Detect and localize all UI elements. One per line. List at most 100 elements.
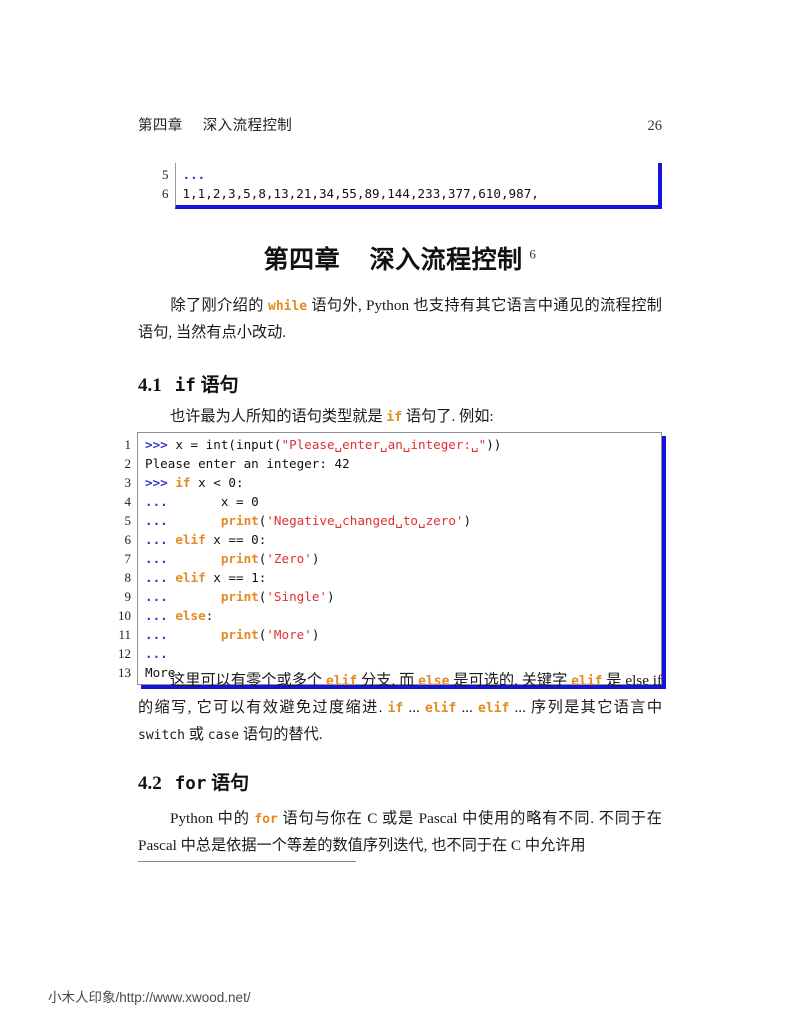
inline-keyword-elif-1: elif xyxy=(325,674,358,689)
code-line: 1,1,2,3,5,8,13,21,34,55,89,144,233,377,6… xyxy=(183,184,659,203)
code-line: Please enter an integer: 42 xyxy=(145,454,661,473)
code-frame-top: ... 1,1,2,3,5,8,13,21,34,55,89,144,233,37… xyxy=(174,163,662,209)
code-frame-main: >>> x = int(input("Please␣enter␣an␣integ… xyxy=(137,432,662,685)
code-line-number: 11 xyxy=(118,627,131,642)
code-token-plain: 1,1,2,3,5,8,13,21,34,55,89,144,233,377,6… xyxy=(182,186,539,201)
for-text-1: Python 中的 xyxy=(170,810,255,827)
code-token-dots: ... xyxy=(145,589,168,604)
code-line: ... print('Single') xyxy=(145,587,661,606)
code-token-prompt: >>> xyxy=(145,475,168,490)
code-token-str: "Please␣enter␣an␣integer:␣" xyxy=(281,437,487,452)
code-line-number: 5 xyxy=(162,167,169,182)
elif-text-6: ... xyxy=(456,699,478,716)
code-line-number: 5 xyxy=(124,513,132,528)
inline-keyword-for: for xyxy=(254,812,278,827)
code-line-number: 6 xyxy=(162,186,169,201)
paragraph-intro: 除了刚介绍的 while 语句外, Python 也支持有其它语言中通见的流程控… xyxy=(138,293,662,346)
code-token-str: 'Negative␣changed␣to␣zero' xyxy=(266,513,464,528)
code-token-fn: print xyxy=(220,513,259,528)
code-token-dots: ... xyxy=(182,167,206,182)
chapter-title-name: 深入流程控制 xyxy=(369,247,523,274)
code-token-dots: ... xyxy=(145,608,168,623)
if-intro-text-2: 语句了. 例如: xyxy=(402,408,494,425)
code-line-number: 4 xyxy=(124,494,132,509)
section-suffix-4-1: 语句 xyxy=(200,375,239,396)
code-token-kw: else xyxy=(175,608,206,623)
code-token-fn: print xyxy=(220,627,259,642)
page-number: 26 xyxy=(647,118,663,134)
code-token-dots: ... xyxy=(145,494,168,509)
code-line: ... x = 0 xyxy=(145,492,661,511)
section-heading-4-1: 4.1 if 语句 xyxy=(138,370,662,397)
inline-keyword-else: else xyxy=(418,674,450,689)
section-suffix-4-2: 语句 xyxy=(211,773,250,794)
code-line-number: 12 xyxy=(118,646,131,661)
code-line: ... print('More') xyxy=(145,625,661,644)
code-line: >>> if x < 0: xyxy=(145,473,661,492)
code-line-number: 6 xyxy=(124,532,132,547)
inline-keyword-if: if xyxy=(386,410,403,425)
code-token-dots: ... xyxy=(145,513,168,528)
elif-text-1: 这里可以有零个或多个 xyxy=(170,672,326,689)
code-line-number: 10 xyxy=(118,608,131,623)
elif-text-5: ... xyxy=(403,699,425,716)
watermark: 小木人印象/http://www.xwood.net/ xyxy=(48,990,251,1005)
section-number-4-2: 4.2 xyxy=(138,773,162,794)
code-token-plain: ) xyxy=(311,627,320,642)
inline-keyword-elif-4: elif xyxy=(478,701,510,716)
code-line: ... elif x == 0: xyxy=(145,530,661,549)
code-line-numbers-main: 1 2 3 4 5 6 7 8 9 10 11 12 13 xyxy=(118,432,137,685)
code-line-number: 7 xyxy=(124,551,132,566)
code-token-plain: Please enter an integer: 42 xyxy=(145,456,350,471)
inline-keyword-while: while xyxy=(268,299,308,314)
running-header: 第四章 深入流程控制 26 xyxy=(138,114,662,135)
section-code-name-if: if xyxy=(174,376,196,396)
inline-mono-switch: switch xyxy=(138,728,185,743)
code-line-number: 3 xyxy=(124,475,132,490)
elif-text-8: 或 xyxy=(184,726,208,743)
code-token-plain: x = int(input( xyxy=(167,437,282,452)
inline-keyword-if-2: if xyxy=(387,701,404,716)
section-number-4-1: 4.1 xyxy=(138,375,162,396)
code-token-plain: x == 0: xyxy=(205,532,267,547)
code-token-plain: )) xyxy=(486,437,502,452)
code-content-top: ... 1,1,2,3,5,8,13,21,34,55,89,144,233,37… xyxy=(176,163,659,205)
code-listing-if-example: 1 2 3 4 5 6 7 8 9 10 11 12 13 >>> x = int(input("Ple… xyxy=(118,432,662,685)
chapter-footnote-marker: 6 xyxy=(529,246,537,262)
code-token-dots: ... xyxy=(145,532,168,547)
code-token-plain: ) xyxy=(327,589,335,604)
chapter-title: 第四章 深入流程控制 6 xyxy=(138,240,662,276)
code-line-number: 2 xyxy=(124,456,132,471)
intro-text-1: 除了刚介绍的 xyxy=(170,297,268,314)
code-token-plain: ) xyxy=(463,513,472,528)
code-token-str: 'Single' xyxy=(266,589,328,604)
code-token-plain: x == 1: xyxy=(205,570,267,585)
code-token-plain: x = 0 xyxy=(167,494,259,509)
chapter-title-number: 第四章 xyxy=(263,247,341,274)
code-token-kw: elif xyxy=(175,570,206,585)
running-header-title: 第四章 深入流程控制 xyxy=(138,114,292,135)
paragraph-elif-note: 这里可以有零个或多个 elif 分支, 而 else 是可选的. 关键字 eli… xyxy=(138,668,662,749)
code-token-fn: print xyxy=(220,551,259,566)
code-token-plain: ) xyxy=(311,551,320,566)
code-token-str: 'More' xyxy=(266,627,312,642)
inline-mono-case: case xyxy=(207,728,240,743)
code-token-fn: print xyxy=(220,589,259,604)
elif-text-2: 分支, 而 xyxy=(357,672,419,689)
code-token-dots: ... xyxy=(145,570,168,585)
code-token-kw: elif xyxy=(175,532,206,547)
code-token-prompt: >>> xyxy=(145,437,168,452)
inline-keyword-elif-2: elif xyxy=(571,674,603,689)
document-page: 第四章 深入流程控制 26 56 ... 1,1,2,3,5,8,13,21,34… xyxy=(0,0,800,1035)
code-line: ... print('Negative␣changed␣to␣zero') xyxy=(145,511,661,530)
code-line-number: 8 xyxy=(124,570,132,585)
code-token-plain: x < 0: xyxy=(190,475,244,490)
code-line-number: 1 xyxy=(124,437,132,452)
inline-keyword-elif-3: elif xyxy=(424,701,457,716)
running-header-chapter-name: 深入流程控制 xyxy=(202,118,293,134)
code-line: ... print('Zero') xyxy=(145,549,661,568)
